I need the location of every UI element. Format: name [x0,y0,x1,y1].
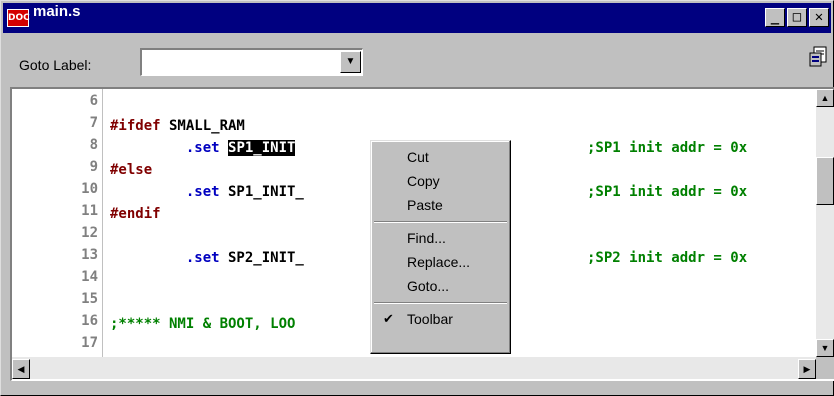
close-button[interactable]: ✕ [809,8,829,27]
gutter-separator [102,89,103,357]
menu-item-toolbar[interactable]: ✔ Toolbar [373,308,508,330]
line-number: 8 [89,137,98,153]
vertical-scrollbar[interactable]: ▲ ▼ [816,89,834,357]
code-text: .set SP1_INIT_ [110,181,304,203]
code-text: ;***** NMI & BOOT, LOO [110,313,295,335]
line-number: 6 [89,93,98,109]
menu-separator [374,302,507,304]
code-token: ;***** NMI & BOOT, LOO [110,316,296,332]
line-number: 14 [81,269,98,285]
menu-item-copy[interactable]: Copy [373,170,508,192]
menu-item-label: Paste [407,197,443,213]
vertical-scroll-thumb[interactable] [816,157,834,205]
menu-item-label: Replace... [407,254,471,270]
chevron-down-icon[interactable]: ▼ [340,51,361,73]
properties-icon[interactable] [807,45,831,69]
line-number: 12 [81,225,98,241]
menu-item-label: Cut [407,149,429,165]
code-text: #else [110,159,152,181]
line-number: 17 [81,335,98,351]
code-text: .set SP1_INIT [110,137,296,159]
line-number: 16 [81,313,98,329]
horizontal-scrollbar[interactable]: ◀ ▶ [12,357,816,379]
scroll-up-icon[interactable]: ▲ [816,89,834,107]
code-token: .set [110,250,220,266]
code-text: #ifdef SMALL_RAM [110,115,245,137]
menu-item-label: Find... [407,230,446,246]
code-token: SP2_INIT_ [219,250,304,266]
menu-item-cut[interactable]: Cut [373,146,508,168]
line-number: 9 [89,159,98,175]
goto-label: Goto Label: [19,57,92,73]
code-comment: ;SP2 init addr = 0x [587,250,748,266]
code-text: .set SP2_INIT_ [110,247,304,269]
context-menu: Cut Copy Paste Find... Replace... Goto... ✔ Too… [370,140,511,354]
code-token: SMALL_RAM [160,118,245,134]
goto-label-combobox[interactable]: ▼ [140,48,363,76]
menu-item-replace[interactable]: Replace... [373,251,508,273]
window-title: main.s [33,3,81,20]
line-number: 10 [81,181,98,197]
code-token: #endif [110,206,161,222]
selected-text: SP1_INIT [228,140,296,156]
code-token: .set [110,184,220,200]
minimize-button[interactable]: _ [765,8,785,27]
menu-item-label: Copy [407,173,440,189]
code-comment: ;SP1 init addr = 0x [587,140,748,156]
code-token: SP1_INIT_ [219,184,304,200]
code-token: #else [110,162,153,178]
maximize-button[interactable]: □ [787,8,807,27]
menu-item-label: Goto... [407,278,450,294]
code-text: #endif [110,203,161,225]
menu-item-paste[interactable]: Paste [373,194,508,216]
scroll-down-icon[interactable]: ▼ [816,339,834,357]
line-number: 13 [81,247,98,263]
menu-item-goto[interactable]: Goto... [373,275,508,297]
code-token: .set [110,140,220,156]
line-number: 7 [89,115,98,131]
scroll-right-icon[interactable]: ▶ [798,359,816,379]
line-number: 11 [81,203,98,219]
scroll-left-icon[interactable]: ◀ [12,359,30,379]
line-number: 15 [81,291,98,307]
editor-window: DOC main.s _ □ ✕ Goto Label: ▼ 6 7 #ifdef … [0,0,834,396]
menu-item-find[interactable]: Find... [373,227,508,249]
toolbar: Goto Label: ▼ [3,35,831,85]
checkmark-icon: ✔ [383,311,394,326]
code-comment: ;SP1 init addr = 0x [587,184,748,200]
app-icon[interactable]: DOC [7,9,30,27]
title-bar[interactable]: DOC main.s _ □ ✕ [3,3,831,33]
menu-item-label: Toolbar [407,311,453,327]
resize-grip-icon[interactable] [816,357,834,379]
code-token: #ifdef [110,118,161,134]
menu-separator [374,221,507,223]
